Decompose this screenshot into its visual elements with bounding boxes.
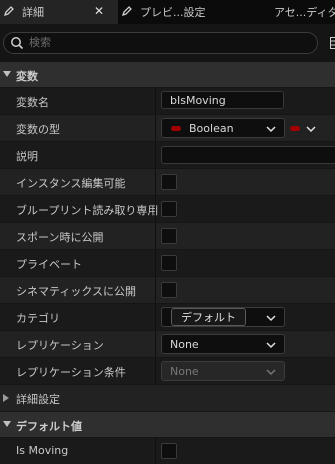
row-label: Is Moving: [16, 444, 69, 457]
row-label: プライベート: [16, 258, 82, 271]
column-divider[interactable]: [155, 304, 156, 330]
tab-asset-editor[interactable]: アセ...ディタ: [274, 0, 335, 24]
expose-to-cinematics-checkbox[interactable]: [161, 282, 177, 298]
column-divider[interactable]: [155, 88, 156, 114]
variable-type-value: Boolean: [189, 122, 234, 135]
category-default-value-label: デフォルト値: [16, 420, 82, 433]
row-replication-condition: レプリケーション条件 None: [0, 358, 335, 384]
pencil-icon: [121, 5, 135, 20]
row-private: プライベート: [0, 250, 335, 276]
private-checkbox[interactable]: [161, 255, 177, 271]
chevron-down-icon: [266, 312, 276, 325]
tab-bar: 詳細 ✕ プレビ...設定 アセ...ディタ: [0, 0, 335, 24]
category-combobox[interactable]: デフォルト: [161, 307, 285, 327]
column-divider[interactable]: [155, 277, 156, 303]
category-value: デフォルト: [171, 308, 246, 326]
column-divider[interactable]: [155, 358, 156, 384]
blueprint-read-only-checkbox[interactable]: [161, 201, 177, 217]
close-icon[interactable]: ✕: [94, 4, 104, 18]
search-icon: [10, 36, 24, 53]
row-label: 変数名: [16, 96, 49, 109]
column-divider[interactable]: [155, 250, 156, 276]
search-box[interactable]: [3, 32, 318, 54]
row-replication: レプリケーション None: [0, 331, 335, 357]
category-variable-label: 変数: [16, 70, 38, 83]
column-divider[interactable]: [155, 438, 156, 464]
settings-grid-icon[interactable]: [330, 37, 335, 52]
advanced-section-label: 詳細設定: [16, 393, 60, 406]
row-label: カテゴリ: [16, 312, 60, 325]
collapse-arrow-icon: [3, 421, 11, 427]
tab-details[interactable]: 詳細 ✕: [0, 0, 118, 24]
chevron-down-icon: [266, 339, 276, 352]
column-divider[interactable]: [155, 169, 156, 195]
container-type-icon: [290, 126, 300, 131]
row-variable-type: 変数の型 Boolean: [0, 115, 335, 141]
search-row: [0, 30, 335, 56]
description-field[interactable]: [161, 146, 335, 164]
replication-condition-dropdown: None: [161, 361, 285, 381]
row-expose-to-cinematics: シネマティックスに公開: [0, 277, 335, 303]
column-divider[interactable]: [155, 331, 156, 357]
row-label: 変数の型: [16, 123, 60, 136]
row-instance-editable: インスタンス編集可能: [0, 169, 335, 195]
chevron-down-icon: [306, 123, 316, 136]
row-is-moving: Is Moving: [0, 438, 335, 464]
row-label: レプリケーション: [16, 339, 104, 352]
row-label: スポーン時に公開: [16, 231, 104, 244]
pencil-icon: [3, 5, 17, 20]
column-divider[interactable]: [155, 223, 156, 249]
row-label: シネマティックスに公開: [16, 285, 137, 298]
row-description: 説明: [0, 142, 335, 168]
row-expose-on-spawn: スポーン時に公開: [0, 223, 335, 249]
chevron-down-icon: [266, 123, 276, 136]
row-label: ブループリント読み取り専用: [16, 204, 159, 217]
replication-condition-value: None: [170, 365, 199, 378]
tab-asset-editor-label: アセ...ディタ: [274, 6, 335, 19]
variable-type-dropdown[interactable]: Boolean: [161, 118, 285, 138]
pin-type-icon: [171, 126, 181, 131]
chevron-down-icon: [266, 366, 276, 379]
advanced-section[interactable]: 詳細設定: [0, 385, 335, 411]
row-label: 説明: [16, 150, 38, 163]
tab-details-label: 詳細: [22, 6, 44, 19]
variable-name-field[interactable]: bIsMoving: [161, 91, 284, 109]
row-label: インスタンス編集可能: [16, 177, 126, 190]
column-divider[interactable]: [155, 142, 156, 168]
row-blueprint-read-only: ブループリント読み取り専用: [0, 196, 335, 222]
tab-preview-settings[interactable]: プレビ...設定: [118, 0, 268, 24]
container-type-dropdown[interactable]: [290, 118, 322, 138]
expose-on-spawn-checkbox[interactable]: [161, 228, 177, 244]
expand-arrow-icon: [3, 394, 9, 402]
search-input[interactable]: [29, 34, 309, 51]
replication-dropdown[interactable]: None: [161, 334, 285, 354]
column-divider[interactable]: [155, 115, 156, 141]
instance-editable-checkbox[interactable]: [161, 174, 177, 190]
row-variable-name: 変数名 bIsMoving: [0, 88, 335, 114]
column-divider[interactable]: [155, 196, 156, 222]
category-default-value[interactable]: デフォルト値: [0, 412, 335, 437]
tab-preview-settings-label: プレビ...設定: [140, 6, 206, 19]
collapse-arrow-icon: [3, 71, 11, 77]
replication-value: None: [170, 338, 199, 351]
row-category: カテゴリ デフォルト: [0, 304, 335, 330]
row-label: レプリケーション条件: [16, 366, 126, 379]
is-moving-checkbox[interactable]: [161, 443, 177, 459]
category-variable[interactable]: 変数: [0, 62, 335, 87]
